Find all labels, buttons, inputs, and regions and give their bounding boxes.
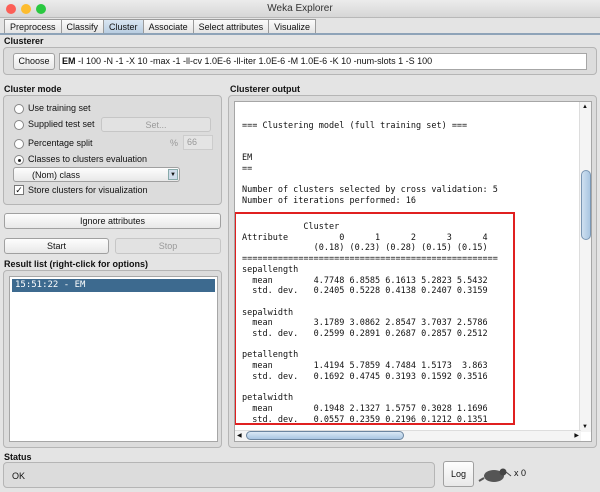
- clusterer-options: -I 100 -N -1 -X 10 -max -1 -ll-cv 1.0E-6…: [78, 56, 433, 66]
- classes-to-clusters-label: Classes to clusters evaluation: [28, 154, 148, 164]
- result-list-item[interactable]: 15:51:22 - EM: [12, 279, 215, 292]
- percentage-split-input[interactable]: 66: [183, 135, 213, 150]
- result-list-group: 15:51:22 - EM: [3, 270, 222, 448]
- scroll-up-icon[interactable]: ▲: [582, 104, 588, 110]
- tab-bar: Preprocess Classify Cluster Associate Se…: [4, 19, 316, 34]
- attribute-name-line: sepalwidth: [242, 307, 294, 318]
- scroll-down-icon[interactable]: ▼: [582, 424, 588, 430]
- result-list-label: Result list (right-click for options): [4, 259, 149, 269]
- weka-bird-icon: [478, 468, 512, 482]
- output-line: EM: [242, 153, 253, 164]
- output-line: Number of iterations performed: 16: [242, 195, 416, 206]
- choose-button[interactable]: Choose: [13, 53, 55, 70]
- mean-row: mean 4.7748 6.8585 6.1613 5.2823 5.5432: [242, 275, 488, 286]
- class-select-value: (Nom) class: [32, 170, 81, 180]
- cluster-mode-group: Use training set Supplied test set Set..…: [3, 95, 222, 205]
- store-clusters-label: Store clusters for visualization: [28, 185, 148, 195]
- title-bar: Weka Explorer: [0, 0, 600, 18]
- result-list[interactable]: 15:51:22 - EM: [9, 276, 218, 442]
- separator-line: ========================================…: [242, 254, 498, 265]
- window-title: Weka Explorer: [267, 3, 333, 14]
- percentage-split-radio[interactable]: [14, 139, 24, 149]
- attribute-name-line: petalwidth: [242, 393, 294, 404]
- clusterer-config-field[interactable]: EM -I 100 -N -1 -X 10 -max -1 -ll-cv 1.0…: [59, 53, 587, 70]
- use-training-set-label: Use training set: [28, 103, 91, 113]
- tab-associate[interactable]: Associate: [142, 19, 194, 34]
- cluster-header-line: Cluster: [242, 222, 340, 232]
- output-line: === Clustering model (full training set)…: [242, 121, 468, 131]
- cluster-mode-label: Cluster mode: [4, 84, 62, 94]
- output-line: Number of clusters selected by cross val…: [242, 185, 498, 196]
- supplied-test-set-label: Supplied test set: [28, 119, 95, 129]
- std-dev-row: std. dev. 0.2599 0.2891 0.2687 0.2857 0.…: [242, 329, 488, 340]
- chevron-down-icon: ▼: [168, 169, 178, 180]
- clusterer-output-area[interactable]: === Clustering model (full training set)…: [234, 101, 592, 442]
- status-bar: OK: [3, 462, 435, 488]
- cluster-ids-line: Attribute 0 1 2 3 4: [242, 232, 488, 243]
- stop-button[interactable]: Stop: [115, 238, 221, 254]
- log-button[interactable]: Log: [443, 461, 474, 487]
- percentage-split-label: Percentage split: [28, 138, 93, 148]
- horizontal-scroll-thumb[interactable]: [246, 431, 404, 440]
- vertical-scrollbar[interactable]: ▲ ▼: [579, 102, 591, 432]
- std-dev-row: std. dev. 0.2405 0.5228 0.4138 0.2407 0.…: [242, 286, 488, 297]
- horizontal-scrollbar[interactable]: ◀ ▶: [235, 430, 581, 441]
- vertical-scroll-thumb[interactable]: [581, 170, 591, 240]
- mean-row: mean 0.1948 2.1327 1.5757 0.3028 1.1696: [242, 403, 488, 414]
- mean-row: mean 1.4194 5.7859 4.7484 1.5173 3.863: [242, 361, 488, 372]
- tab-classify[interactable]: Classify: [60, 19, 105, 34]
- output-line: ==: [242, 163, 253, 174]
- clusterer-name: EM: [62, 56, 76, 66]
- clusterer-output-group: === Clustering model (full training set)…: [228, 95, 597, 448]
- attribute-name-line: petallength: [242, 350, 299, 361]
- attribute-name-line: sepallength: [242, 264, 299, 275]
- std-dev-row: std. dev. 0.1692 0.4745 0.3193 0.1592 0.…: [242, 371, 488, 382]
- task-count: x 0: [514, 468, 527, 478]
- ignore-attributes-button[interactable]: Ignore attributes: [4, 213, 221, 229]
- tab-select-attributes[interactable]: Select attributes: [192, 19, 270, 34]
- percent-symbol: %: [170, 138, 179, 148]
- scroll-left-icon[interactable]: ◀: [237, 432, 242, 439]
- store-clusters-checkbox[interactable]: ✓: [14, 185, 24, 195]
- status-label: Status: [4, 452, 32, 462]
- tab-visualize[interactable]: Visualize: [268, 19, 316, 34]
- tab-cluster[interactable]: Cluster: [103, 19, 144, 34]
- status-text: OK: [12, 471, 26, 481]
- use-training-set-radio[interactable]: [14, 104, 24, 114]
- class-select[interactable]: (Nom) class ▼: [13, 167, 180, 182]
- scroll-right-icon[interactable]: ▶: [574, 432, 579, 439]
- cluster-priors-line: (0.18) (0.23) (0.28) (0.15) (0.15): [242, 243, 488, 254]
- mean-row: mean 3.1789 3.0862 2.8547 3.7037 2.5786: [242, 318, 488, 329]
- supplied-test-set-radio[interactable]: [14, 120, 24, 130]
- tab-preprocess[interactable]: Preprocess: [4, 19, 62, 34]
- set-button[interactable]: Set...: [101, 117, 211, 132]
- clusterer-output-label: Clusterer output: [230, 84, 301, 94]
- start-button[interactable]: Start: [4, 238, 109, 254]
- std-dev-row: std. dev. 0.0557 0.2359 0.2196 0.1212 0.…: [242, 414, 488, 425]
- clusterer-group: Choose EM -I 100 -N -1 -X 10 -max -1 -ll…: [3, 47, 597, 75]
- clusterer-label: Clusterer: [4, 36, 44, 46]
- classes-to-clusters-radio[interactable]: [14, 155, 24, 165]
- tab-divider: [0, 33, 600, 35]
